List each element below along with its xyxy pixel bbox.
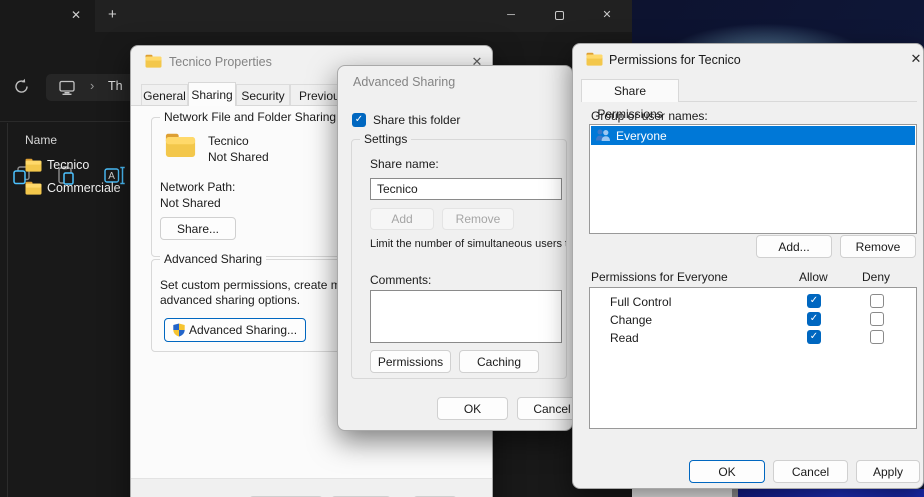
settings-group: Settings Share name: Add Remove Limit th… [351, 139, 567, 379]
folder-icon [586, 52, 603, 66]
comments-label: Comments: [370, 273, 431, 287]
allow-column-header: Allow [799, 270, 828, 284]
list-item-everyone[interactable]: Everyone [591, 126, 915, 145]
permission-name: Full Control [610, 295, 671, 309]
background-window-fragment [632, 489, 732, 497]
permissions-button[interactable]: Permissions [370, 350, 451, 373]
tab-close-icon[interactable]: ✕ [71, 8, 81, 22]
dialog-title: Advanced Sharing [353, 75, 455, 89]
allow-checkbox[interactable]: ✓ [807, 330, 821, 344]
pane-divider [7, 123, 8, 497]
permissions-title-bar: Permissions for Tecnico ✕ [573, 44, 923, 76]
deny-checkbox[interactable] [870, 312, 884, 326]
permissions-listbox: Full Control ✓ Change ✓ Read ✓ [589, 287, 917, 429]
advanced-sharing-title-bar: Advanced Sharing [338, 66, 572, 98]
comments-textarea[interactable] [370, 290, 562, 343]
group-label: Advanced Sharing [160, 252, 266, 266]
folder-name: Commerciale [47, 181, 121, 195]
cancel-button[interactable]: Cancel [773, 460, 848, 483]
network-path-value: Not Shared [160, 196, 221, 210]
folder-icon [145, 54, 162, 68]
apply-button[interactable]: Apply [856, 460, 920, 483]
name-column-header[interactable]: Name [25, 133, 57, 147]
dialog-title: Tecnico Properties [169, 55, 272, 69]
wallpaper-bloom-strip [738, 489, 924, 497]
advanced-sharing-dialog: Advanced Sharing ✓ Share this folder Set… [337, 65, 573, 431]
add-button[interactable]: Add [370, 208, 434, 230]
folder-icon [25, 158, 42, 172]
tab-general[interactable]: General [141, 84, 188, 106]
limit-users-label: Limit the number of simultaneous users t… [370, 238, 566, 250]
screen: ✕ + ─ ✕ › Th arch Data [0, 0, 924, 497]
window-close-icon[interactable]: ✕ [590, 0, 624, 30]
group-users-icon [595, 128, 611, 142]
add-user-button[interactable]: Add... [756, 235, 832, 258]
folder-icon [25, 181, 42, 195]
ok-button[interactable]: OK [689, 460, 765, 483]
share-name-label: Share name: [370, 157, 439, 171]
share-this-folder-label: Share this folder [373, 113, 460, 127]
deny-checkbox[interactable] [870, 294, 884, 308]
permissions-for-label: Permissions for Everyone [591, 270, 728, 284]
close-icon[interactable]: ✕ [907, 51, 924, 67]
shared-folder-name: Tecnico [208, 134, 249, 148]
shared-folder-status: Not Shared [208, 150, 269, 164]
permission-name: Change [610, 313, 652, 327]
advanced-description-line2: advanced sharing options. [160, 293, 300, 307]
remove-user-button[interactable]: Remove [840, 235, 916, 258]
properties-button-bar [131, 478, 492, 497]
allow-checkbox[interactable]: ✓ [807, 312, 821, 326]
caching-button[interactable]: Caching [459, 350, 539, 373]
deny-column-header: Deny [862, 270, 890, 284]
dialog-title: Permissions for Tecnico [609, 53, 741, 67]
maximize-icon[interactable] [542, 0, 576, 30]
permission-name: Read [610, 331, 639, 345]
ok-button[interactable]: OK [437, 397, 508, 420]
group-name: Everyone [616, 129, 667, 143]
folder-name: Tecnico [47, 158, 89, 172]
remove-button[interactable]: Remove [442, 208, 514, 230]
minimize-icon[interactable]: ─ [494, 0, 528, 30]
deny-checkbox[interactable] [870, 330, 884, 344]
group-label: Settings [360, 132, 411, 146]
tab-share-permissions[interactable]: Share Permissions [581, 79, 679, 102]
group-user-listbox[interactable]: Everyone [589, 124, 917, 234]
share-name-input[interactable] [370, 178, 562, 200]
tab-sharing[interactable]: Sharing [188, 82, 236, 106]
allow-checkbox[interactable]: ✓ [807, 294, 821, 308]
new-tab-icon[interactable]: + [108, 6, 117, 23]
explorer-tab-bar: ✕ + ─ ✕ [0, 0, 632, 32]
tab-security[interactable]: Security [236, 84, 290, 106]
share-button[interactable]: Share... [160, 217, 236, 240]
explorer-tab[interactable]: ✕ [0, 0, 95, 32]
permissions-dialog: Permissions for Tecnico ✕ Share Permissi… [572, 43, 924, 489]
group-label: Network File and Folder Sharing [160, 110, 340, 124]
advanced-sharing-button[interactable]: Advanced Sharing... [164, 318, 306, 342]
share-this-folder-checkbox[interactable]: ✓ [352, 113, 366, 127]
network-path-label: Network Path: [160, 180, 235, 194]
folder-icon-large [165, 132, 196, 158]
advanced-description-line1: Set custom permissions, create multip [160, 278, 363, 292]
